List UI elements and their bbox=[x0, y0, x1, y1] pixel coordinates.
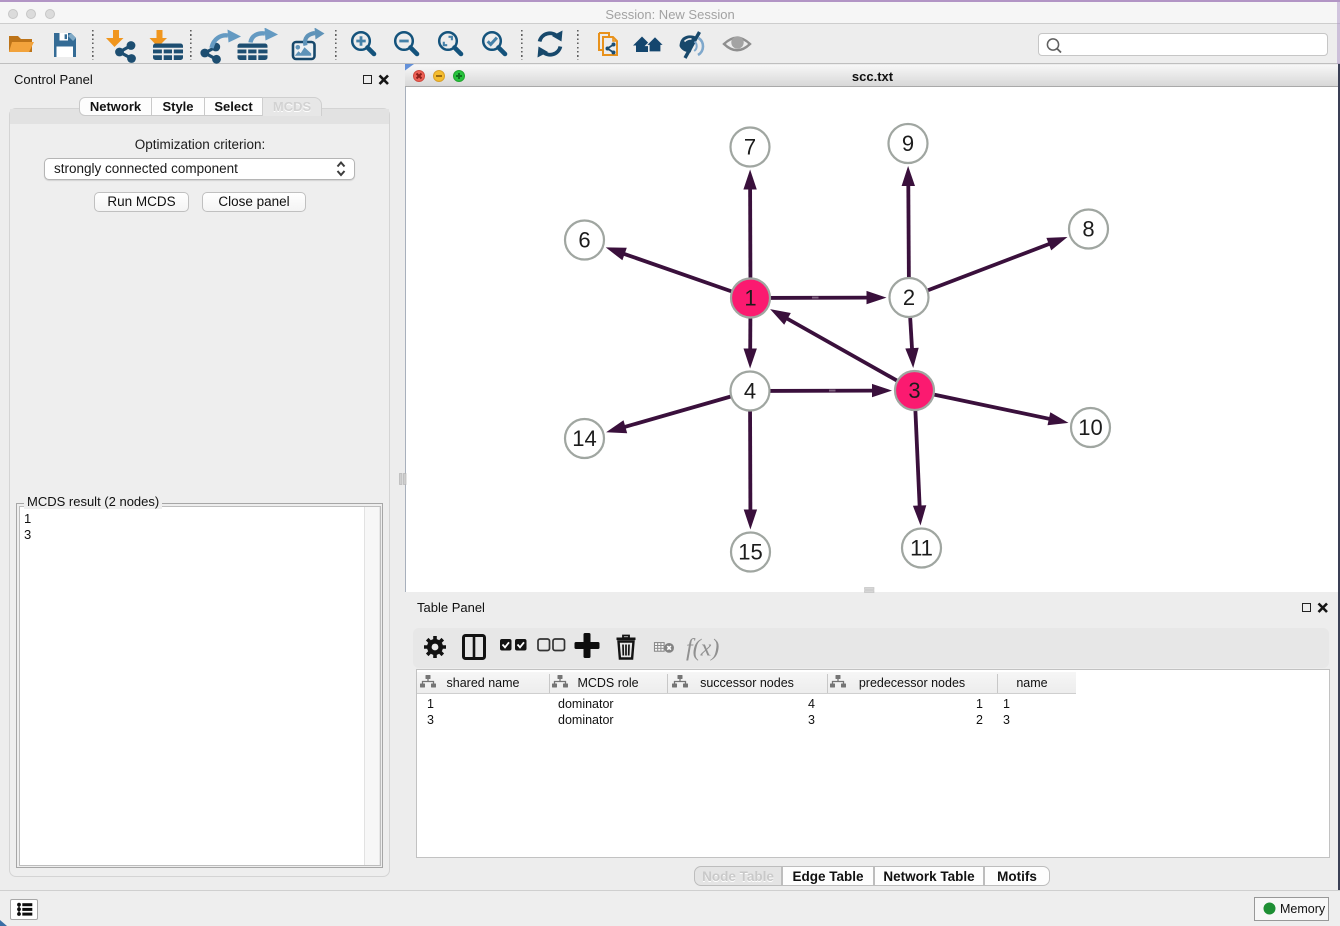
svg-text:f(x): f(x) bbox=[686, 636, 719, 662]
svg-text:6: 6 bbox=[578, 228, 590, 253]
svg-text:8: 8 bbox=[1082, 217, 1094, 242]
svg-text:2: 2 bbox=[903, 285, 915, 310]
svg-text:9: 9 bbox=[902, 131, 914, 156]
svg-text:7: 7 bbox=[744, 135, 756, 160]
svg-text:15: 15 bbox=[738, 540, 762, 565]
svg-text:4: 4 bbox=[744, 379, 756, 404]
svg-text:10: 10 bbox=[1078, 415, 1102, 440]
svg-text:14: 14 bbox=[572, 426, 596, 451]
svg-text:3: 3 bbox=[908, 378, 920, 403]
svg-text:1: 1 bbox=[744, 286, 756, 311]
svg-text:11: 11 bbox=[910, 536, 933, 561]
